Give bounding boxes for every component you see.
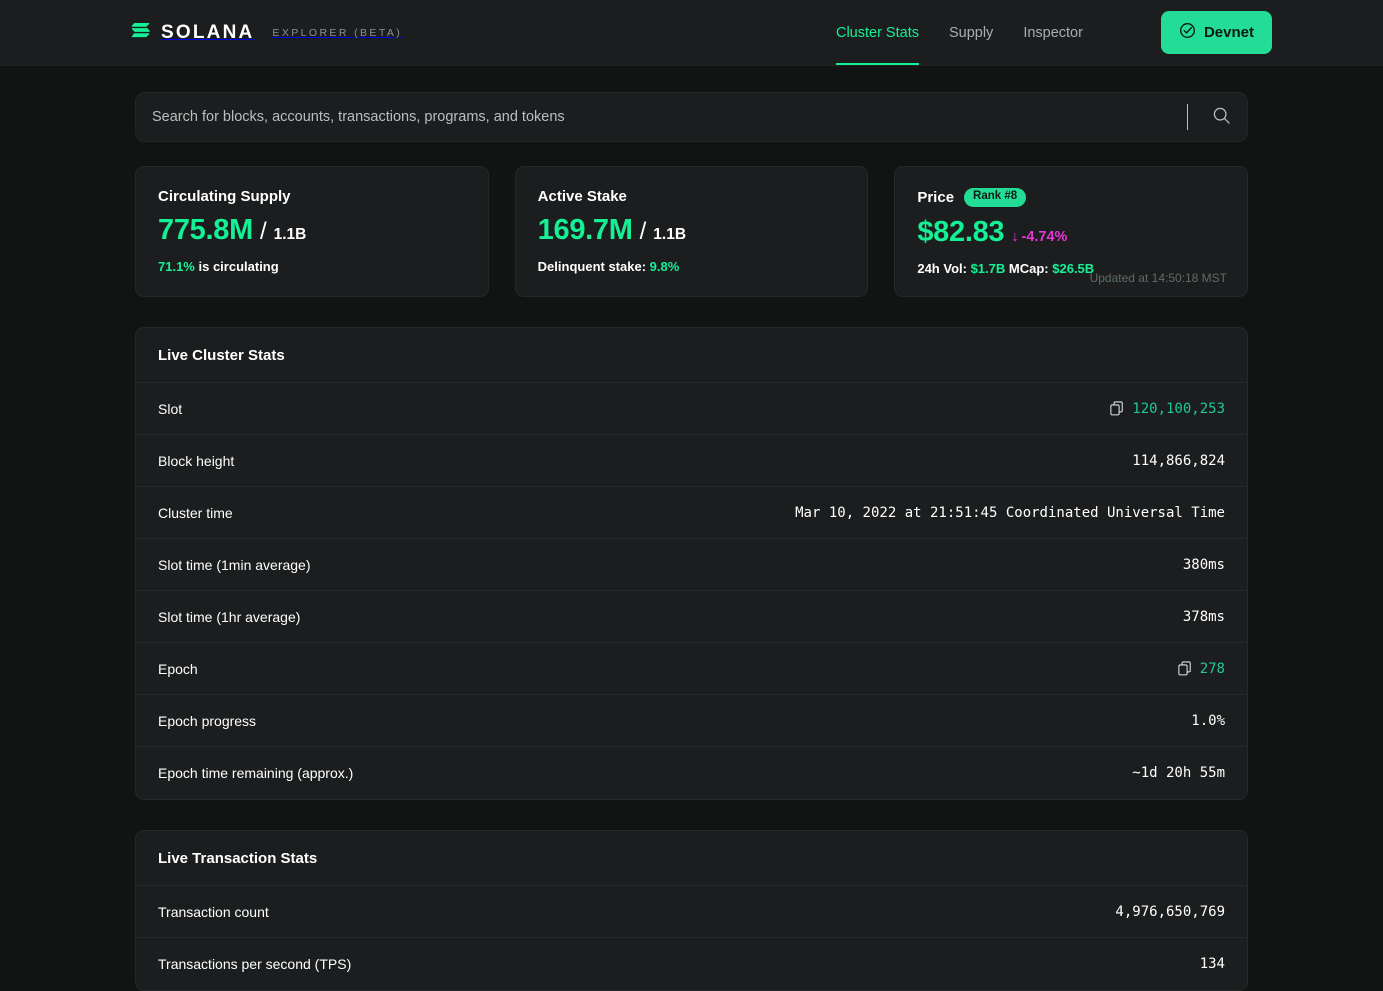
row-value: 1.0% — [1191, 713, 1225, 729]
price-value: $82.83 — [917, 216, 1004, 249]
table-row: Slot 120,100,253 — [136, 383, 1247, 435]
mcap-value: $26.5B — [1052, 261, 1094, 276]
mcap-label: MCap: — [1009, 261, 1049, 276]
row-value: ~1d 20h 55m — [1132, 765, 1225, 781]
price-updated-timestamp: Updated at 14:50:18 MST — [1090, 271, 1227, 285]
card-title: Price Rank #8 — [917, 188, 1225, 207]
value-separator: / — [640, 218, 647, 246]
circulating-percent-label: is circulating — [199, 259, 279, 274]
table-row: Cluster time Mar 10, 2022 at 21:51:45 Co… — [136, 487, 1247, 539]
table-row: Block height 114,866,824 — [136, 435, 1247, 487]
row-label: Transaction count — [158, 904, 269, 920]
row-label: Cluster time — [158, 505, 233, 521]
search-submit-button[interactable] — [1210, 106, 1233, 128]
card-value-group: 169.7M / 1.1B — [538, 214, 846, 247]
nav-item-supply[interactable]: Supply — [949, 0, 993, 65]
page-container: Circulating Supply 775.8M / 1.1B 71.1% i… — [135, 66, 1248, 991]
price-change-value: -4.74% — [1022, 229, 1068, 245]
row-label: Epoch — [158, 661, 198, 677]
active-stake-total: 1.1B — [653, 226, 686, 244]
brand-subtitle: EXPLORER (BETA) — [272, 27, 402, 39]
slot-value: 120,100,253 — [1132, 401, 1225, 417]
card-value-group: 775.8M / 1.1B — [158, 214, 466, 247]
row-value: 120,100,253 — [1110, 401, 1225, 417]
panel-live-cluster-stats: Live Cluster Stats Slot 120,100,253 Bloc… — [135, 327, 1248, 800]
brand-logo-link[interactable]: SOLANA EXPLORER (BETA) — [131, 22, 402, 44]
row-value: 380ms — [1183, 557, 1225, 573]
rank-badge: Rank #8 — [964, 188, 1026, 207]
row-label: Transactions per second (TPS) — [158, 956, 351, 972]
check-circle-icon — [1179, 22, 1196, 43]
card-title: Active Stake — [538, 188, 846, 205]
card-value-group: $82.83 ↓ -4.74% — [917, 216, 1225, 249]
panel-live-transaction-stats: Live Transaction Stats Transaction count… — [135, 830, 1248, 991]
solana-mark-icon — [131, 22, 151, 43]
active-stake-value: 169.7M — [538, 214, 633, 247]
cluster-selector-label: Devnet — [1204, 24, 1254, 41]
cluster-selector-button[interactable]: Devnet — [1161, 11, 1272, 54]
circulating-percent: 71.1% — [158, 259, 195, 274]
row-value: 278 — [1178, 661, 1225, 677]
arrow-down-icon: ↓ — [1011, 229, 1018, 245]
panel-title: Live Cluster Stats — [136, 328, 1247, 383]
table-row: Transaction count 4,976,650,769 — [136, 886, 1247, 938]
card-footer: Delinquent stake: 9.8% — [538, 259, 846, 274]
volume-label: 24h Vol: — [917, 261, 967, 276]
card-title: Circulating Supply — [158, 188, 466, 205]
nav-item-inspector[interactable]: Inspector — [1023, 0, 1083, 65]
epoch-value: 278 — [1200, 661, 1225, 677]
row-value: 114,866,824 — [1132, 453, 1225, 469]
row-label: Block height — [158, 453, 234, 469]
table-row: Transactions per second (TPS) 134 — [136, 938, 1247, 990]
row-value: Mar 10, 2022 at 21:51:45 Coordinated Uni… — [795, 505, 1225, 521]
row-value: 4,976,650,769 — [1115, 904, 1225, 920]
circulating-supply-value: 775.8M — [158, 214, 253, 247]
delinquent-stake-label: Delinquent stake: — [538, 259, 646, 274]
search-divider — [1187, 104, 1188, 130]
summary-cards: Circulating Supply 775.8M / 1.1B 71.1% i… — [135, 166, 1248, 297]
card-price: Price Rank #8 $82.83 ↓ -4.74% 24h Vol: $… — [894, 166, 1248, 297]
row-label: Slot time (1min average) — [158, 557, 311, 573]
table-row: Epoch progress 1.0% — [136, 695, 1247, 747]
copy-icon[interactable] — [1178, 661, 1192, 676]
search-bar[interactable] — [135, 92, 1248, 142]
nav-item-cluster-stats[interactable]: Cluster Stats — [836, 0, 919, 65]
circulating-supply-total: 1.1B — [274, 226, 307, 244]
copy-icon[interactable] — [1110, 401, 1124, 416]
table-row: Slot time (1hr average) 378ms — [136, 591, 1247, 643]
row-label: Epoch time remaining (approx.) — [158, 765, 353, 781]
row-label: Slot time (1hr average) — [158, 609, 300, 625]
main-nav: Cluster Stats Supply Inspector Devnet — [836, 0, 1272, 65]
value-separator: / — [260, 218, 267, 246]
price-title: Price — [917, 189, 954, 206]
table-row: Epoch time remaining (approx.) ~1d 20h 5… — [136, 747, 1247, 799]
row-label: Slot — [158, 401, 182, 417]
delinquent-stake-value: 9.8% — [650, 259, 680, 274]
panel-title: Live Transaction Stats — [136, 831, 1247, 886]
app-header: SOLANA EXPLORER (BETA) Cluster Stats Sup… — [0, 0, 1383, 66]
search-icon — [1212, 106, 1231, 128]
search-input[interactable] — [150, 108, 1179, 126]
row-label: Epoch progress — [158, 713, 256, 729]
card-active-stake: Active Stake 169.7M / 1.1B Delinquent st… — [515, 166, 869, 297]
table-row: Epoch 278 — [136, 643, 1247, 695]
row-value: 134 — [1200, 956, 1225, 972]
brand-name: SOLANA — [161, 22, 254, 44]
price-change: ↓ -4.74% — [1011, 229, 1067, 245]
row-value: 378ms — [1183, 609, 1225, 625]
volume-value: $1.7B — [971, 261, 1006, 276]
table-row: Slot time (1min average) 380ms — [136, 539, 1247, 591]
card-footer: 71.1% is circulating — [158, 259, 466, 274]
card-circulating-supply: Circulating Supply 775.8M / 1.1B 71.1% i… — [135, 166, 489, 297]
